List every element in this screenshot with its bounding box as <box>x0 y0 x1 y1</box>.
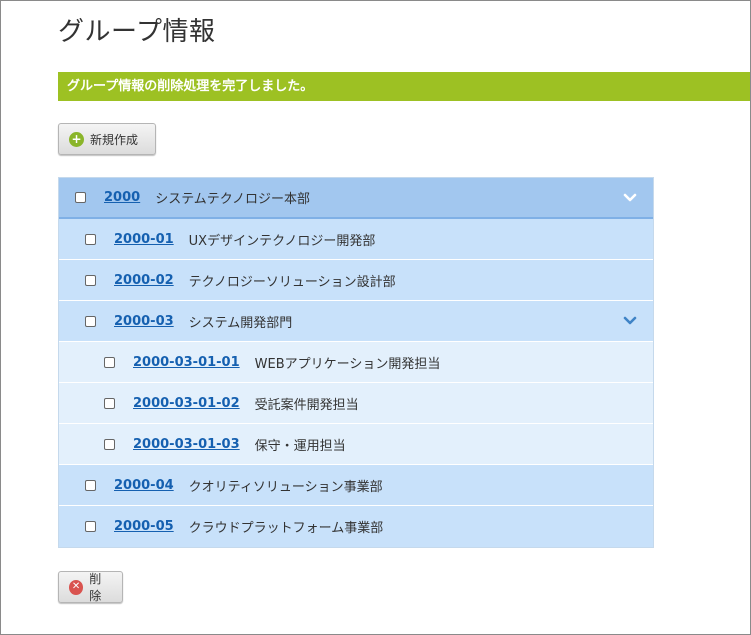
x-circle-icon: ✕ <box>69 579 84 595</box>
group-checkbox[interactable] <box>104 397 115 409</box>
group-row-2000-03-01-02: 2000-03-01-02 受託案件開発担当 <box>59 383 653 424</box>
group-name: WEBアプリケーション開発担当 <box>254 356 441 372</box>
delete-button[interactable]: ✕ 削除 <box>58 571 123 603</box>
group-name: クオリティソリューション事業部 <box>188 479 383 495</box>
group-checkbox[interactable] <box>104 438 115 450</box>
group-row-2000-03-01-03: 2000-03-01-03 保守・運用担当 <box>59 424 653 465</box>
group-checkbox[interactable] <box>85 479 96 491</box>
group-code-link[interactable]: 2000-03-01-01 <box>133 355 240 370</box>
group-code-link[interactable]: 2000-05 <box>114 519 174 534</box>
group-row-2000-01: 2000-01 UXデザインテクノロジー開発部 <box>59 219 653 260</box>
group-checkbox[interactable] <box>75 192 86 203</box>
group-row-2000-05: 2000-05 クラウドプラットフォーム事業部 <box>59 506 653 547</box>
group-code-link[interactable]: 2000 <box>104 190 140 205</box>
group-row-2000-03: 2000-03 システム開発部門 <box>59 301 653 342</box>
group-code-link[interactable]: 2000-04 <box>114 478 174 493</box>
group-name: テクノロジーソリューション設計部 <box>188 274 396 290</box>
group-checkbox[interactable] <box>85 521 96 532</box>
group-code-link[interactable]: 2000-03-01-02 <box>133 396 240 411</box>
delete-button-label: 削除 <box>89 572 102 603</box>
group-name: UXデザインテクノロジー開発部 <box>188 233 376 249</box>
chevron-down-icon[interactable] <box>623 316 637 326</box>
new-group-button-label: 新規作成 <box>90 132 139 147</box>
group-code-link[interactable]: 2000-03-01-03 <box>133 437 240 452</box>
group-name: システムテクノロジー本部 <box>155 192 311 207</box>
group-name: 保守・運用担当 <box>254 438 346 454</box>
group-row-2000-02: 2000-02 テクノロジーソリューション設計部 <box>59 260 653 301</box>
group-code-link[interactable]: 2000-02 <box>114 273 174 288</box>
window-frame: グループ情報 グループ情報の削除処理を完了しました。 + 新規作成 2000 シ… <box>0 0 751 635</box>
group-checkbox[interactable] <box>85 274 96 286</box>
new-group-button[interactable]: + 新規作成 <box>58 123 156 155</box>
group-code-link[interactable]: 2000-03 <box>114 314 174 329</box>
group-row-2000: 2000 システムテクノロジー本部 <box>59 178 653 219</box>
group-name: 受託案件開発担当 <box>254 397 359 413</box>
group-name: システム開発部門 <box>188 315 293 331</box>
group-row-2000-03-01-01: 2000-03-01-01 WEBアプリケーション開発担当 <box>59 342 653 383</box>
page-title: グループ情報 <box>58 17 216 47</box>
group-checkbox[interactable] <box>85 233 96 245</box>
group-name: クラウドプラットフォーム事業部 <box>188 521 384 536</box>
plus-circle-icon: + <box>69 131 84 147</box>
group-checkbox[interactable] <box>85 315 96 327</box>
chevron-down-icon[interactable] <box>623 193 637 203</box>
group-code-link[interactable]: 2000-01 <box>114 232 174 247</box>
success-notice: グループ情報の削除処理を完了しました。 <box>58 72 750 101</box>
group-checkbox[interactable] <box>104 356 115 368</box>
group-tree: 2000 システムテクノロジー本部 2000-01 UXデザインテクノロジー開発… <box>58 177 654 548</box>
group-row-2000-04: 2000-04 クオリティソリューション事業部 <box>59 465 653 506</box>
